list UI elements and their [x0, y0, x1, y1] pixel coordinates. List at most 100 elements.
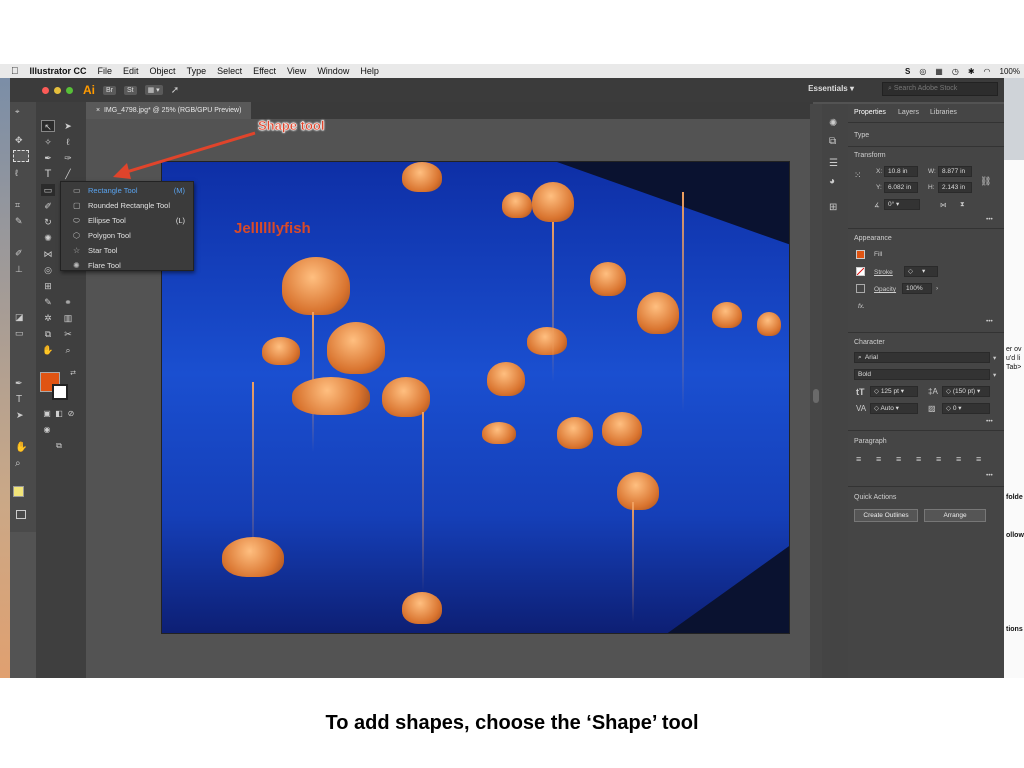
stock-button[interactable]: St [124, 85, 137, 95]
menu-file[interactable]: File [98, 66, 113, 76]
eyedropper-icon[interactable]: ✎ [15, 216, 23, 227]
asset-export-icon[interactable]: ⧉ [829, 136, 836, 147]
font-size-field[interactable]: ◇ 125 pt ▾ [870, 386, 918, 397]
line-tool-icon[interactable]: ╱ [61, 168, 75, 180]
grid-panel-icon[interactable]: ⊞ [829, 202, 837, 213]
slice-tool-icon[interactable]: ✂ [61, 328, 75, 340]
flyout-item-rectangle[interactable]: ▭ Rectangle Tool (M) [61, 183, 195, 198]
justify-right-icon[interactable]: ≡ [956, 454, 961, 464]
hand-tool-icon[interactable]: ✋ [41, 344, 55, 356]
w-field[interactable]: 8.877 in [938, 166, 972, 177]
document-tab[interactable]: × IMG_4798.jpg* @ 25% (RGB/GPU Preview) [86, 102, 252, 119]
tab-properties[interactable]: Properties [854, 109, 886, 116]
arrange-button[interactable]: Arrange [924, 509, 986, 522]
align-right-icon[interactable]: ≡ [896, 454, 901, 464]
flip-horizontal-icon[interactable]: ⋈ [940, 201, 947, 209]
fg-color-swatch[interactable] [13, 486, 24, 497]
angle-field[interactable]: 0° ▾ [884, 199, 920, 210]
perspective-grid-icon[interactable]: ⊞ [41, 280, 55, 292]
none-mode-icon[interactable]: ⊘ [64, 408, 78, 420]
h-field[interactable]: 2.143 in [938, 182, 972, 193]
flyout-item-ellipse[interactable]: ⬭ Ellipse Tool (L) [61, 213, 195, 228]
wifi-icon[interactable]: ◠ [984, 67, 991, 76]
draw-mode-icon[interactable]: ◉ [40, 424, 54, 436]
flyout-item-polygon[interactable]: ⬡ Polygon Tool [61, 228, 195, 243]
stroke-label[interactable]: Stroke [874, 269, 893, 276]
magic-wand-icon[interactable]: ✧ [41, 136, 55, 148]
screen-mode-icon[interactable]: ⧉ [52, 440, 66, 452]
eraser-icon[interactable]: ◪ [15, 312, 24, 323]
path-select-icon[interactable]: ➤ [16, 410, 24, 421]
gradient-icon[interactable]: ▭ [15, 328, 24, 339]
lasso-icon[interactable]: ℓ [15, 168, 18, 178]
vertical-scrollbar[interactable] [810, 104, 822, 678]
justify-all-icon[interactable]: ≡ [976, 454, 981, 464]
rectangle-tool-icon[interactable]: ▭ [41, 184, 55, 196]
arrange-documents-button[interactable]: ▦ ▾ [144, 85, 163, 95]
flyout-item-star[interactable]: ☆ Star Tool [61, 243, 195, 258]
flyout-item-rounded-rectangle[interactable]: ▢ Rounded Rectangle Tool [61, 198, 195, 213]
select-icon[interactable]: ⌖ [15, 107, 29, 117]
type-icon[interactable]: T [16, 394, 22, 405]
artboard-text[interactable]: Jellllllyfish [234, 220, 311, 237]
reference-point-icon[interactable]: ⁙ [854, 170, 862, 181]
pen-icon[interactable]: ✒ [15, 378, 23, 389]
align-center-icon[interactable]: ≡ [876, 454, 881, 464]
menu-type[interactable]: Type [187, 66, 207, 76]
font-style-dropdown-icon[interactable]: ▾ [993, 371, 996, 379]
status-icon[interactable]: ◎ [919, 67, 926, 76]
crop-icon[interactable]: ⌗ [15, 200, 20, 211]
x-field[interactable]: 10.8 in [884, 166, 918, 177]
selection-tool-icon[interactable]: ↖ [41, 120, 55, 132]
font-family-field[interactable]: ⌕ Arial [854, 352, 990, 363]
hand-icon[interactable]: ✋ [15, 442, 27, 453]
quick-mask-icon[interactable] [16, 510, 26, 519]
tracking-field[interactable]: ◇ 0 ▾ [942, 403, 990, 414]
tab-layers[interactable]: Layers [898, 109, 919, 116]
kerning-field[interactable]: ◇ Auto ▾ [870, 403, 918, 414]
column-graph-icon[interactable]: ▥ [61, 312, 75, 324]
font-family-dropdown-icon[interactable]: ▾ [993, 354, 996, 362]
stamp-icon[interactable]: ⊥ [15, 264, 23, 275]
flyout-item-flare[interactable]: ✺ Flare Tool [61, 258, 195, 273]
y-field[interactable]: 6.082 in [884, 182, 918, 193]
paragraph-more-button[interactable]: ••• [986, 472, 993, 479]
tab-libraries[interactable]: Libraries [930, 109, 957, 116]
move-icon[interactable]: ✥ [15, 135, 29, 145]
adobe-cc-icon[interactable]: S [905, 67, 910, 76]
stroke-color-swatch[interactable] [52, 384, 68, 400]
blend-tool-icon[interactable]: ⚭ [61, 296, 75, 308]
appearance-more-button[interactable]: ••• [986, 318, 993, 325]
brush-icon[interactable]: ✐ [15, 248, 23, 259]
rotate-tool-icon[interactable]: ↻ [41, 216, 55, 228]
canvas-area[interactable] [86, 119, 813, 678]
close-tab-icon[interactable]: × [96, 107, 100, 114]
eyedropper-tool-icon[interactable]: ✎ [41, 296, 55, 308]
stroke-weight-field[interactable]: ◇ ▾ [904, 266, 938, 277]
direct-selection-tool-icon[interactable]: ➤ [61, 120, 75, 132]
close-window-button[interactable] [42, 86, 49, 94]
menu-app-name[interactable]: Illustrator CC [30, 66, 87, 76]
artboard-tool-icon[interactable]: ⧉ [41, 328, 55, 340]
menu-help[interactable]: Help [360, 66, 379, 76]
zoom-icon[interactable]: ⌕ [15, 458, 21, 469]
fill-swatch[interactable] [856, 250, 865, 259]
gpu-performance-icon[interactable]: ➚ [171, 85, 179, 96]
transform-more-button[interactable]: ••• [986, 216, 993, 223]
opacity-field[interactable]: 100% [902, 283, 932, 294]
time-machine-icon[interactable]: ◷ [952, 67, 959, 76]
constrain-proportions-icon[interactable]: ⛓ [980, 176, 991, 187]
appearance-panel-icon[interactable]: ✺ [829, 118, 837, 129]
menu-object[interactable]: Object [150, 66, 176, 76]
minimize-window-button[interactable] [54, 86, 61, 94]
bridge-button[interactable]: Br [103, 85, 116, 95]
align-panel-icon[interactable]: ☰ [829, 158, 838, 169]
menu-effect[interactable]: Effect [253, 66, 276, 76]
zoom-tool-icon[interactable]: ⌕ [61, 344, 75, 356]
menu-view[interactable]: View [287, 66, 306, 76]
fx-button[interactable]: fx. [858, 303, 865, 310]
workspace-switcher[interactable]: Essentials ▾ [808, 84, 854, 93]
flip-vertical-icon[interactable]: ⧗ [960, 201, 965, 209]
lasso-tool-icon[interactable]: ℓ [61, 136, 75, 148]
menu-edit[interactable]: Edit [123, 66, 139, 76]
